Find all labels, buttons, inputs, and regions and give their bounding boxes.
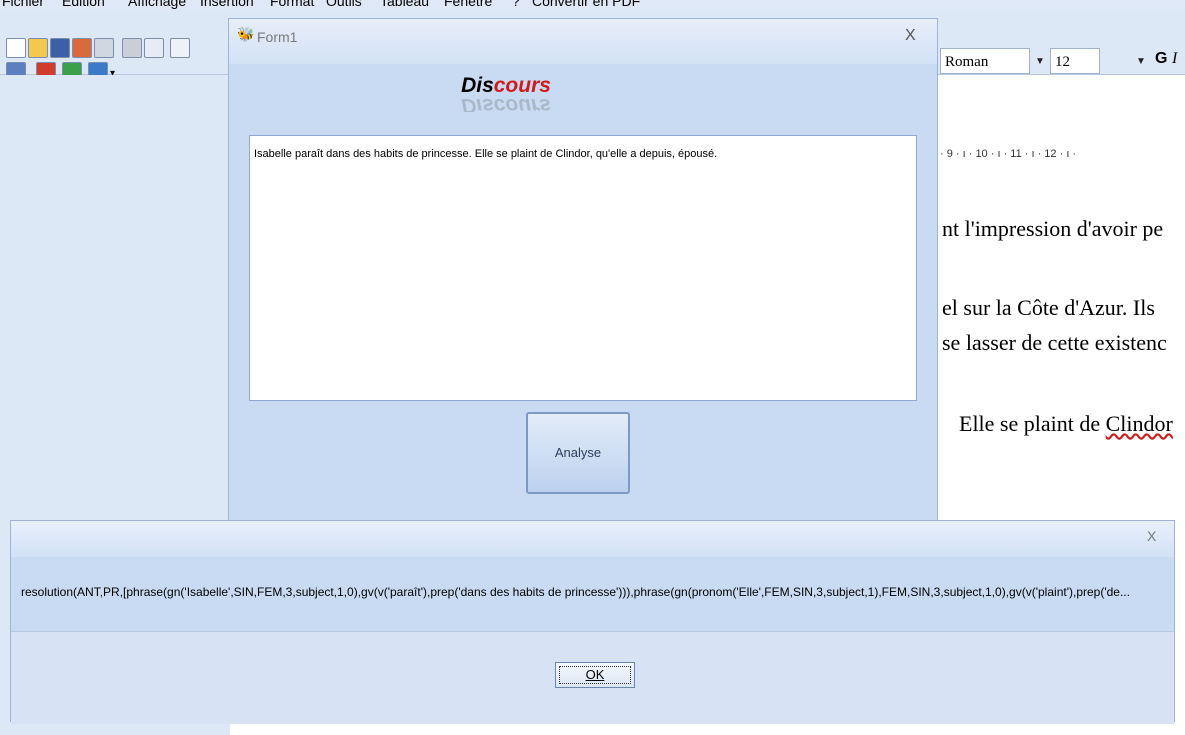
menu-fenetre[interactable]: Fenêtre [444,0,492,9]
dialog-titlebar[interactable]: X [11,521,1174,557]
save-icon[interactable] [50,38,70,58]
logo-part2: cours [493,74,551,97]
form1-title: Form1 [257,29,298,45]
doc-line-text: Elle se plaint de [959,411,1106,436]
menu-insertion[interactable]: Insertion [200,0,254,9]
menu-affichage[interactable]: Affichage [128,0,186,9]
analyse-button[interactable]: Analyse [526,412,630,494]
discourse-input[interactable]: Isabelle paraît dans des habits de princ… [249,135,917,401]
menu-outils[interactable]: Outils [326,0,362,9]
result-message: resolution(ANT,PR,[phrase(gn('Isabelle',… [21,585,1130,599]
new-document-icon[interactable] [6,38,26,58]
italic-button[interactable]: I [1172,50,1177,68]
spellcheck-icon[interactable] [170,38,190,58]
print-preview-icon[interactable] [144,38,164,58]
doc-line: se lasser de cette existenc [942,330,1167,355]
close-icon[interactable]: X [905,27,916,45]
menu-edition[interactable]: Edition [62,0,105,9]
menu-format[interactable]: Format [270,0,314,9]
doc-line: el sur la Côte d'Azur. Ils [942,295,1155,320]
menu-help[interactable]: ? [512,0,520,9]
open-folder-icon[interactable] [28,38,48,58]
discours-logo: Discours [458,74,554,98]
font-name-dropdown-icon[interactable]: ▼ [1035,56,1045,67]
form1-titlebar[interactable]: 🐝 Form1 X [229,19,937,64]
result-dialog: X resolution(ANT,PR,[phrase(gn('Isabelle… [10,520,1175,724]
font-size-dropdown-icon[interactable]: ▼ [1136,56,1146,67]
menu-fichier[interactable]: Fichier [2,0,44,9]
font-size-field[interactable]: 12 [1050,48,1100,74]
font-name-field[interactable]: Roman [940,48,1030,74]
print-icon[interactable] [122,38,142,58]
ok-button[interactable]: OK [555,662,635,688]
close-icon[interactable]: X [1147,528,1156,544]
ok-button-label: OK [585,667,605,682]
doc-line: nt l'impression d'avoir pe [942,216,1164,241]
menu-convertir-pdf[interactable]: Convertir en PDF [532,0,640,9]
bold-button[interactable]: G [1155,50,1167,68]
export-icon[interactable] [72,38,92,58]
form1-window: 🐝 Form1 X Discours Discours Isabelle par… [228,18,938,523]
permission-icon[interactable] [94,38,114,58]
doc-line: Elle se plaint de Clindor [959,411,1173,437]
logo-reflection: Discours [461,98,551,112]
menu-bar: Fichier Edition Affichage Insertion Form… [0,0,1185,10]
logo-part1: Dis [461,74,494,97]
menu-tableau[interactable]: Tableau [380,0,429,9]
ruler: · 9 · ı · 10 · ı · 11 · ı · 12 · ı · [940,148,1077,160]
misspelled-word: Clindor [1105,411,1173,436]
app-icon: 🐝 [237,26,255,42]
